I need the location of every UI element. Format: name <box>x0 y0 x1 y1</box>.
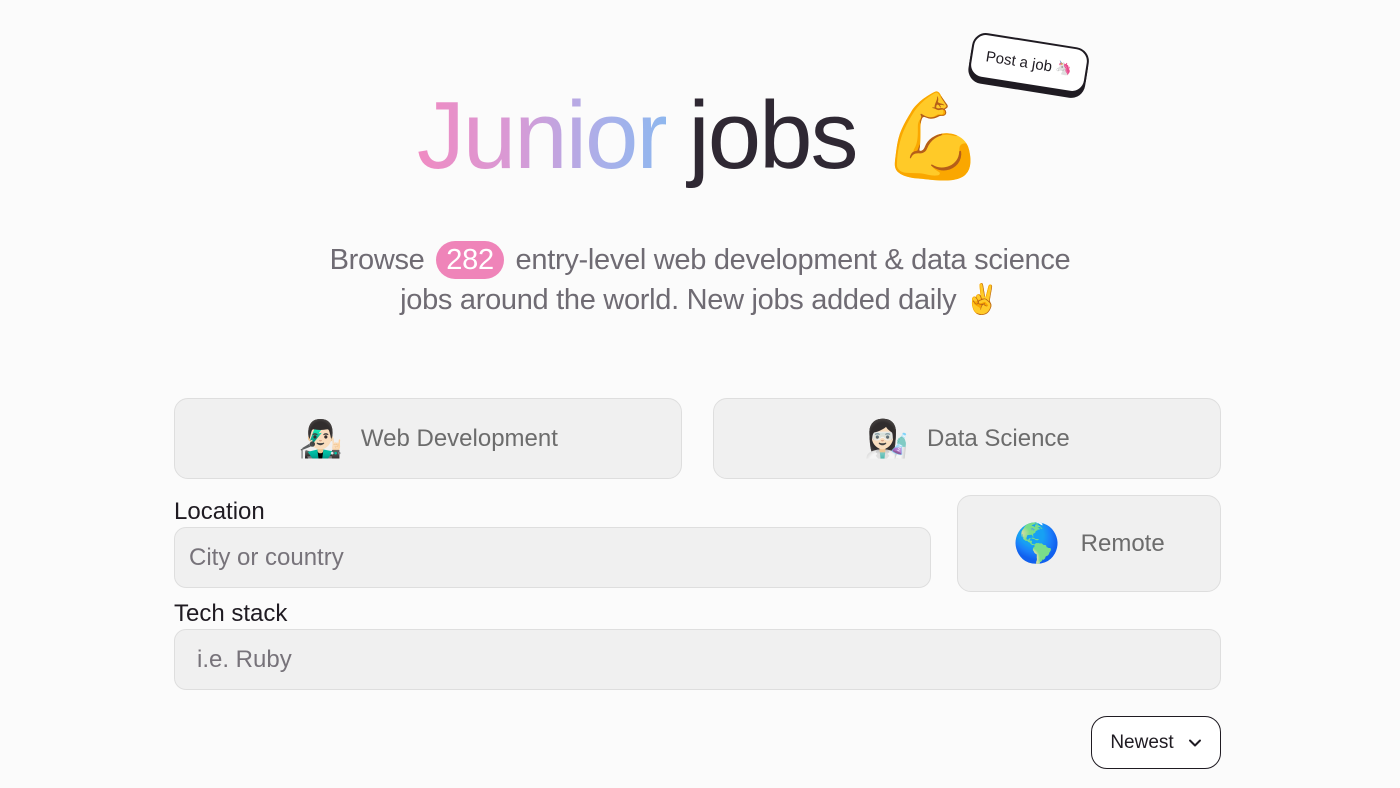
chevron-down-icon <box>1188 739 1201 746</box>
page: Post a job 🦄 Junior jobs 💪 Browse 282 en… <box>0 0 1400 788</box>
flexed-biceps-icon: 💪 <box>880 89 985 183</box>
subtitle-line1: entry-level web development & data scien… <box>515 244 1071 276</box>
category-data-science-label: Data Science <box>927 424 1070 452</box>
post-a-job-button[interactable]: Post a job 🦄 <box>967 31 1091 95</box>
sort-selected-value: Newest <box>1110 731 1174 753</box>
tech-stack-label: Tech stack <box>174 600 288 627</box>
scientist-icon: 👩🏻‍🔬 <box>864 417 910 459</box>
tech-stack-input[interactable] <box>174 629 1221 690</box>
subtitle: Browse 282 entry-level web development &… <box>0 240 1400 320</box>
victory-hand-icon: ✌️ <box>964 284 1000 316</box>
category-web-development-label: Web Development <box>360 424 558 452</box>
category-data-science-button[interactable]: 👩🏻‍🔬 Data Science <box>713 398 1221 479</box>
unicorn-icon: 🦄 <box>1054 59 1074 77</box>
remote-toggle-button[interactable]: 🌎 Remote <box>957 495 1221 592</box>
title-junior: Junior <box>416 82 668 189</box>
job-count-badge: 282 <box>436 241 504 279</box>
sort-dropdown[interactable]: Newest <box>1091 716 1221 769</box>
title-jobs: jobs <box>688 82 858 189</box>
post-a-job-label: Post a job <box>984 47 1054 76</box>
location-input[interactable] <box>174 527 931 588</box>
globe-icon: 🌎 <box>1013 522 1061 565</box>
location-label: Location <box>174 498 265 525</box>
subtitle-browse: Browse <box>329 244 425 276</box>
category-web-development-button[interactable]: 👨🏻‍🎤 Web Development <box>174 398 682 479</box>
rockstar-icon: 👨🏻‍🎤 <box>298 417 343 459</box>
page-title: Junior jobs 💪 <box>0 88 1400 184</box>
subtitle-line2: jobs around the world. New jobs added da… <box>400 284 957 316</box>
remote-label: Remote <box>1080 529 1165 557</box>
